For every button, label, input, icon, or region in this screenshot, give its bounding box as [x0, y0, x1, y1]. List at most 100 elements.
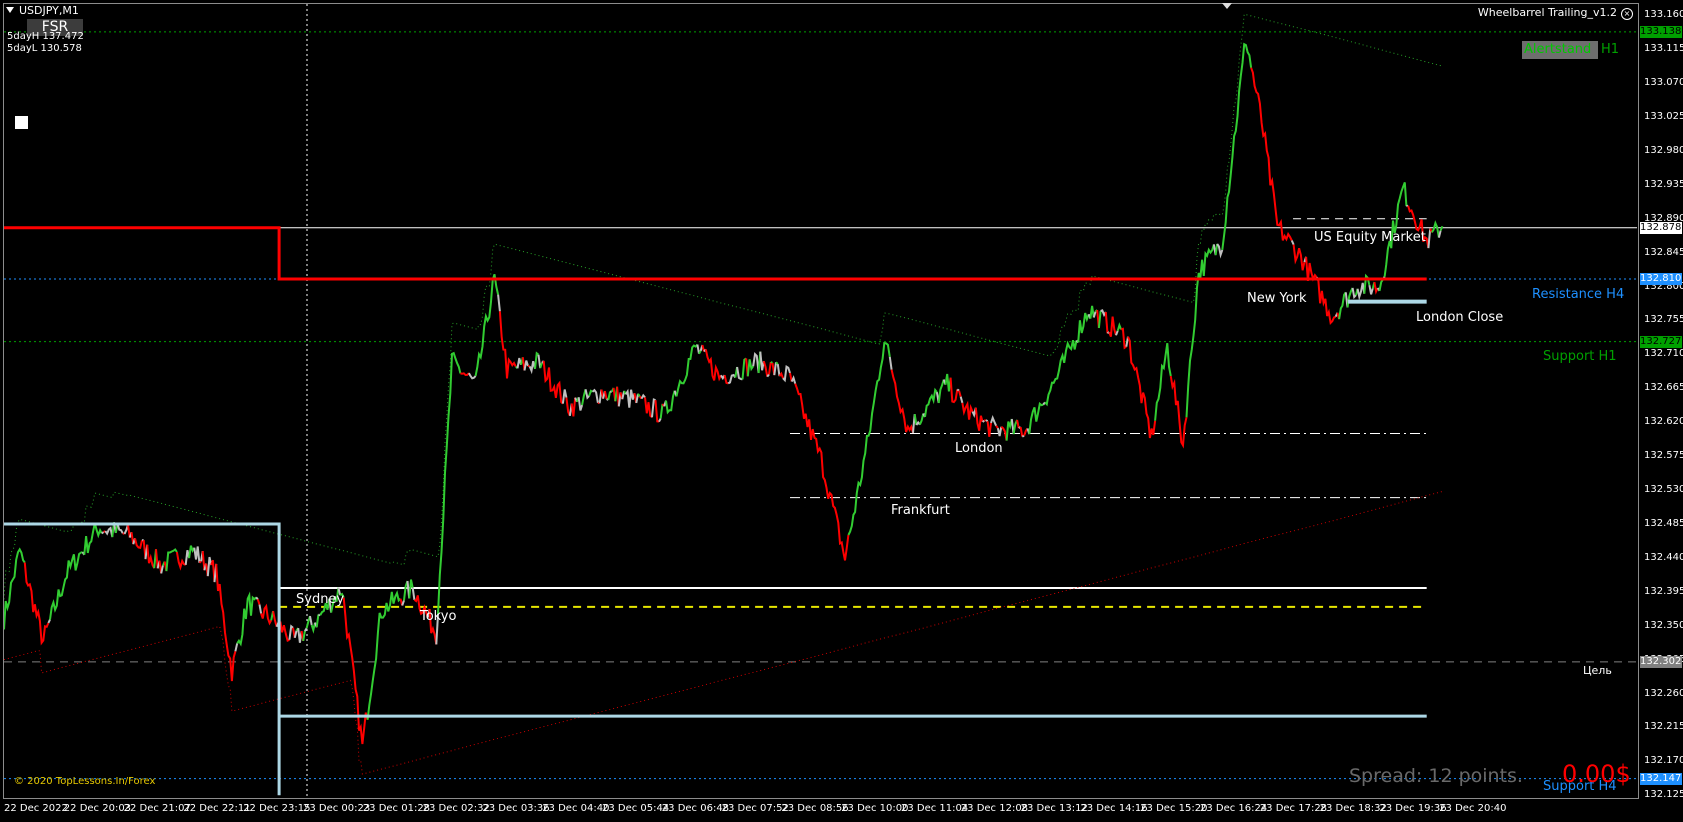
price-segment [584, 389, 590, 400]
horizontal-levels [4, 31, 1637, 780]
price-segment [770, 361, 773, 364]
price-segment [272, 610, 278, 627]
price-segment [23, 562, 50, 646]
price-segment [776, 363, 781, 377]
price-segment [1028, 401, 1044, 435]
price-tick: 132.980 [1644, 144, 1683, 156]
price-segment [528, 360, 536, 375]
price-segment [937, 379, 945, 404]
price-segment [1021, 434, 1025, 438]
price-segment [949, 377, 959, 404]
session-tokyo: Tokyo [420, 609, 457, 624]
price-segment [497, 294, 501, 312]
price-segment [759, 351, 765, 371]
price-segment [304, 627, 308, 632]
price-segment [659, 403, 664, 419]
price-segment [198, 560, 202, 564]
price-segment [260, 603, 273, 626]
price-segment [958, 390, 962, 397]
price-segment [1120, 327, 1127, 350]
trail-lower-line [3, 491, 1443, 775]
price-segment [1250, 67, 1293, 242]
price-tick: 132.575 [1644, 450, 1683, 462]
price-chart[interactable] [0, 0, 1683, 822]
price-tick: 132.485 [1644, 517, 1683, 529]
time-tick: 23 Dec 04:40 [542, 803, 610, 814]
trailing-stop-layer [3, 13, 1443, 775]
price-segment [1221, 42, 1253, 251]
price-segment [527, 364, 530, 368]
price-segment [723, 374, 729, 385]
price-segment [302, 630, 306, 642]
price-line-layer [3, 42, 1444, 745]
price-segment [49, 551, 83, 620]
price-segment [366, 590, 402, 720]
price-segment [782, 365, 791, 383]
price-segment [1019, 426, 1024, 437]
price-segment [1154, 343, 1172, 421]
time-tick: 23 Dec 00:23 [303, 803, 371, 814]
price-segment [775, 361, 779, 365]
price-segment [460, 372, 470, 377]
price-segment [342, 597, 369, 745]
price-segment [644, 397, 653, 419]
symbol-title[interactable]: USDJPY,M1 [6, 4, 79, 17]
indicator-title[interactable]: Wheelbarrel Trailing_v1.2 × [1478, 6, 1633, 20]
price-segment [1290, 240, 1295, 246]
price-segment [1439, 225, 1444, 231]
spread-readout: Spread: 12 points. [1349, 765, 1523, 787]
price-segment [790, 375, 797, 384]
price-segment [523, 360, 529, 371]
time-tick: 23 Dec 06:48 [661, 803, 730, 814]
price-label-1: 132.878 [1640, 221, 1682, 234]
price-segment [279, 621, 290, 642]
time-tick: 23 Dec 03:36 [482, 803, 550, 814]
target-label: Цель [1583, 664, 1612, 677]
price-segment [255, 596, 259, 600]
time-tick: 23 Dec 11:04 [901, 803, 969, 814]
time-tick: 22 Dec 23:15 [243, 803, 311, 814]
session-sydney: Sydney [296, 592, 345, 607]
price-segment [193, 546, 201, 563]
support-h1-label: Support H1 [1543, 349, 1617, 364]
five-day-low: 5dayL 130.578 [7, 43, 82, 54]
price-tick: 133.025 [1644, 111, 1683, 123]
time-tick: 23 Dec 20:40 [1439, 803, 1507, 814]
price-segment [561, 389, 568, 404]
price-segment [175, 551, 187, 571]
price-segment [581, 389, 587, 406]
time-tick: 22 Dec 2022 [4, 803, 68, 814]
price-tick: 132.935 [1644, 178, 1683, 190]
price-segment [658, 417, 662, 423]
price-tick: 133.160 [1644, 9, 1683, 21]
price-segment [1108, 316, 1117, 338]
toggle-checkbox[interactable] [15, 116, 28, 129]
price-segment [956, 388, 960, 392]
price-segment [401, 600, 405, 606]
price-segment [1044, 339, 1078, 407]
price-segment [654, 400, 660, 423]
price-segment [1351, 287, 1357, 300]
price-axis[interactable]: 133.160 133.115 133.070 133.025 132.980 132.9… [1639, 3, 1683, 800]
price-segment [437, 351, 462, 615]
five-day-high: 5dayH 137.472 [7, 31, 84, 42]
price-segment [1356, 282, 1366, 301]
price-segment [961, 400, 974, 420]
chart-shift-marker-icon[interactable] [1222, 3, 1232, 9]
price-tick: 132.215 [1644, 721, 1683, 733]
session-london: London [955, 441, 1003, 456]
price-segment [766, 373, 770, 378]
price-segment [256, 598, 261, 605]
dropdown-triangle-icon[interactable] [6, 7, 14, 13]
price-segment [411, 587, 416, 600]
profit-readout: 0.00$ [1562, 760, 1631, 788]
alert-button[interactable]: Alertstand [1522, 41, 1598, 59]
time-axis[interactable]: 22 Dec 2022 22 Dec 20:03 22 Dec 21:07 22 De… [3, 799, 1639, 822]
session-london-close: London Close [1416, 310, 1504, 325]
price-segment [83, 522, 103, 555]
price-segment [236, 591, 257, 647]
price-segment [1097, 310, 1102, 329]
close-circle-icon[interactable]: × [1621, 8, 1633, 20]
price-segment [1127, 336, 1157, 439]
price-segment [468, 372, 477, 380]
